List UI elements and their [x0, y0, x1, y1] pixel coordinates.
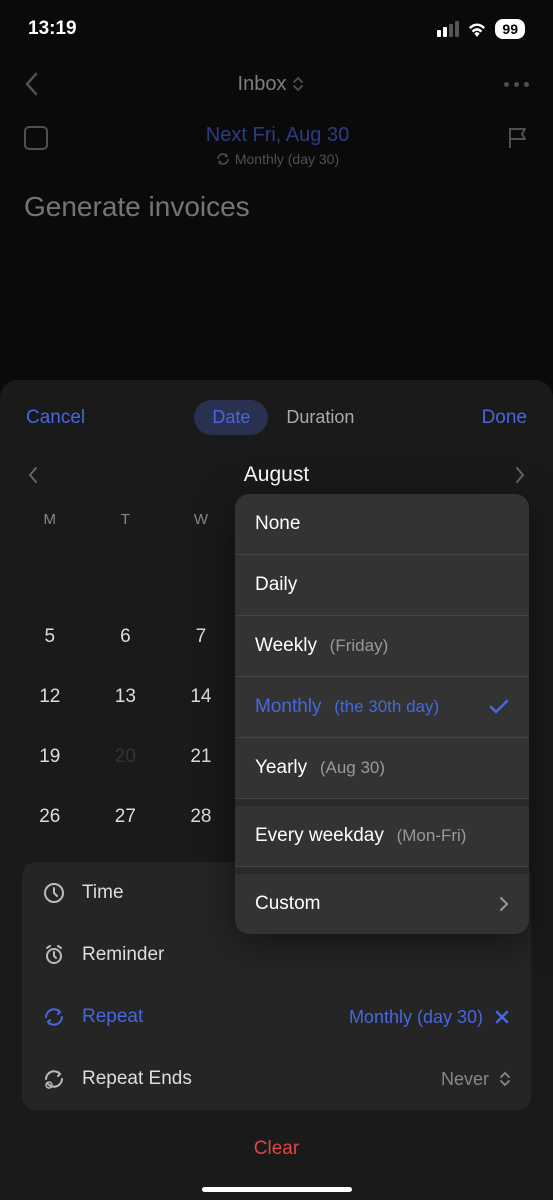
- calendar-day[interactable]: 14: [163, 672, 239, 722]
- cancel-button[interactable]: Cancel: [26, 407, 85, 429]
- calendar-day[interactable]: 19: [12, 732, 88, 782]
- repeat-option[interactable]: Yearly (Aug 30): [235, 738, 529, 799]
- wifi-icon: [466, 21, 488, 37]
- calendar-day[interactable]: 12: [12, 672, 88, 722]
- updown-icon: [292, 76, 304, 92]
- task-title[interactable]: Generate invoices: [0, 177, 553, 237]
- repeat-option-label: Daily: [255, 574, 297, 595]
- calendar-day[interactable]: 20: [88, 732, 164, 782]
- prev-month-icon[interactable]: [28, 466, 38, 484]
- calendar-day[interactable]: 6: [88, 612, 164, 662]
- repeat-option[interactable]: Custom: [235, 867, 529, 934]
- back-icon[interactable]: [24, 72, 38, 96]
- battery-indicator: 99: [495, 19, 525, 39]
- calendar-day[interactable]: 26: [12, 792, 88, 842]
- calendar-day[interactable]: 27: [88, 792, 164, 842]
- repeat-option-label: Custom: [255, 893, 320, 914]
- repeat-option[interactable]: Daily: [235, 555, 529, 616]
- date-duration-segment: Date Duration: [194, 400, 372, 435]
- repeat-option[interactable]: None: [235, 494, 529, 555]
- calendar-day[interactable]: 28: [163, 792, 239, 842]
- repeat-ends-row[interactable]: Repeat Ends Never: [22, 1048, 531, 1110]
- status-bar: 13:19 99: [0, 0, 553, 54]
- repeat-label: Repeat: [82, 1006, 143, 1028]
- updown-icon: [499, 1071, 511, 1087]
- repeat-ends-label: Repeat Ends: [82, 1068, 192, 1090]
- calendar-day[interactable]: 21: [163, 732, 239, 782]
- flag-icon[interactable]: [507, 126, 529, 150]
- task-date[interactable]: Next Fri, Aug 30: [48, 124, 507, 147]
- task-header: Next Fri, Aug 30 Monthly (day 30): [0, 124, 553, 177]
- more-button[interactable]: [504, 82, 529, 87]
- repeat-row[interactable]: Repeat Monthly (day 30): [22, 986, 531, 1048]
- alarm-icon: [42, 943, 66, 967]
- repeat-option[interactable]: Monthly (the 30th day): [235, 677, 529, 738]
- repeat-option-detail: (Aug 30): [315, 758, 385, 777]
- task-checkbox[interactable]: [24, 126, 48, 150]
- clear-button[interactable]: Clear: [0, 1138, 553, 1160]
- check-icon: [489, 699, 509, 715]
- tab-duration[interactable]: Duration: [268, 400, 372, 435]
- weekday-header: T: [88, 503, 164, 536]
- repeat-option-label: Every weekday: [255, 825, 384, 846]
- tab-date[interactable]: Date: [194, 400, 268, 435]
- nav-title-text: Inbox: [238, 73, 287, 96]
- status-indicators: 99: [437, 19, 525, 39]
- repeat-option-detail: (Mon-Fri): [392, 826, 467, 845]
- calendar-day[interactable]: 7: [163, 612, 239, 662]
- time-label: Time: [82, 882, 124, 904]
- clear-repeat-icon[interactable]: [493, 1008, 511, 1026]
- repeat-ends-icon: [42, 1067, 66, 1091]
- task-recurrence: Monthly (day 30): [48, 151, 507, 167]
- repeat-option-label: Weekly: [255, 635, 317, 656]
- calendar-day[interactable]: 5: [12, 612, 88, 662]
- repeat-ends-value: Never: [441, 1069, 489, 1090]
- chevron-right-icon: [499, 896, 509, 912]
- repeat-icon: [42, 1005, 66, 1029]
- repeat-option-label: None: [255, 513, 300, 534]
- home-indicator[interactable]: [202, 1187, 352, 1192]
- done-button[interactable]: Done: [482, 407, 527, 429]
- repeat-icon: [216, 152, 230, 166]
- repeat-option-label: Yearly: [255, 757, 307, 778]
- weekday-header: W: [163, 503, 239, 536]
- repeat-value: Monthly (day 30): [349, 1007, 483, 1028]
- next-month-icon[interactable]: [515, 466, 525, 484]
- nav-bar: Inbox: [0, 54, 553, 124]
- repeat-option[interactable]: Every weekday (Mon-Fri): [235, 799, 529, 867]
- reminder-label: Reminder: [82, 944, 164, 966]
- repeat-option-detail: (Friday): [325, 636, 388, 655]
- status-time: 13:19: [28, 18, 77, 40]
- clock-icon: [42, 881, 66, 905]
- calendar-day[interactable]: 13: [88, 672, 164, 722]
- cellular-icon: [437, 21, 459, 37]
- repeat-option-detail: (the 30th day): [330, 697, 440, 716]
- repeat-option[interactable]: Weekly (Friday): [235, 616, 529, 677]
- month-label[interactable]: August: [244, 463, 309, 487]
- weekday-header: M: [12, 503, 88, 536]
- nav-title[interactable]: Inbox: [238, 73, 305, 96]
- repeat-option-label: Monthly: [255, 696, 322, 717]
- repeat-popover: NoneDailyWeekly (Friday)Monthly (the 30t…: [235, 494, 529, 934]
